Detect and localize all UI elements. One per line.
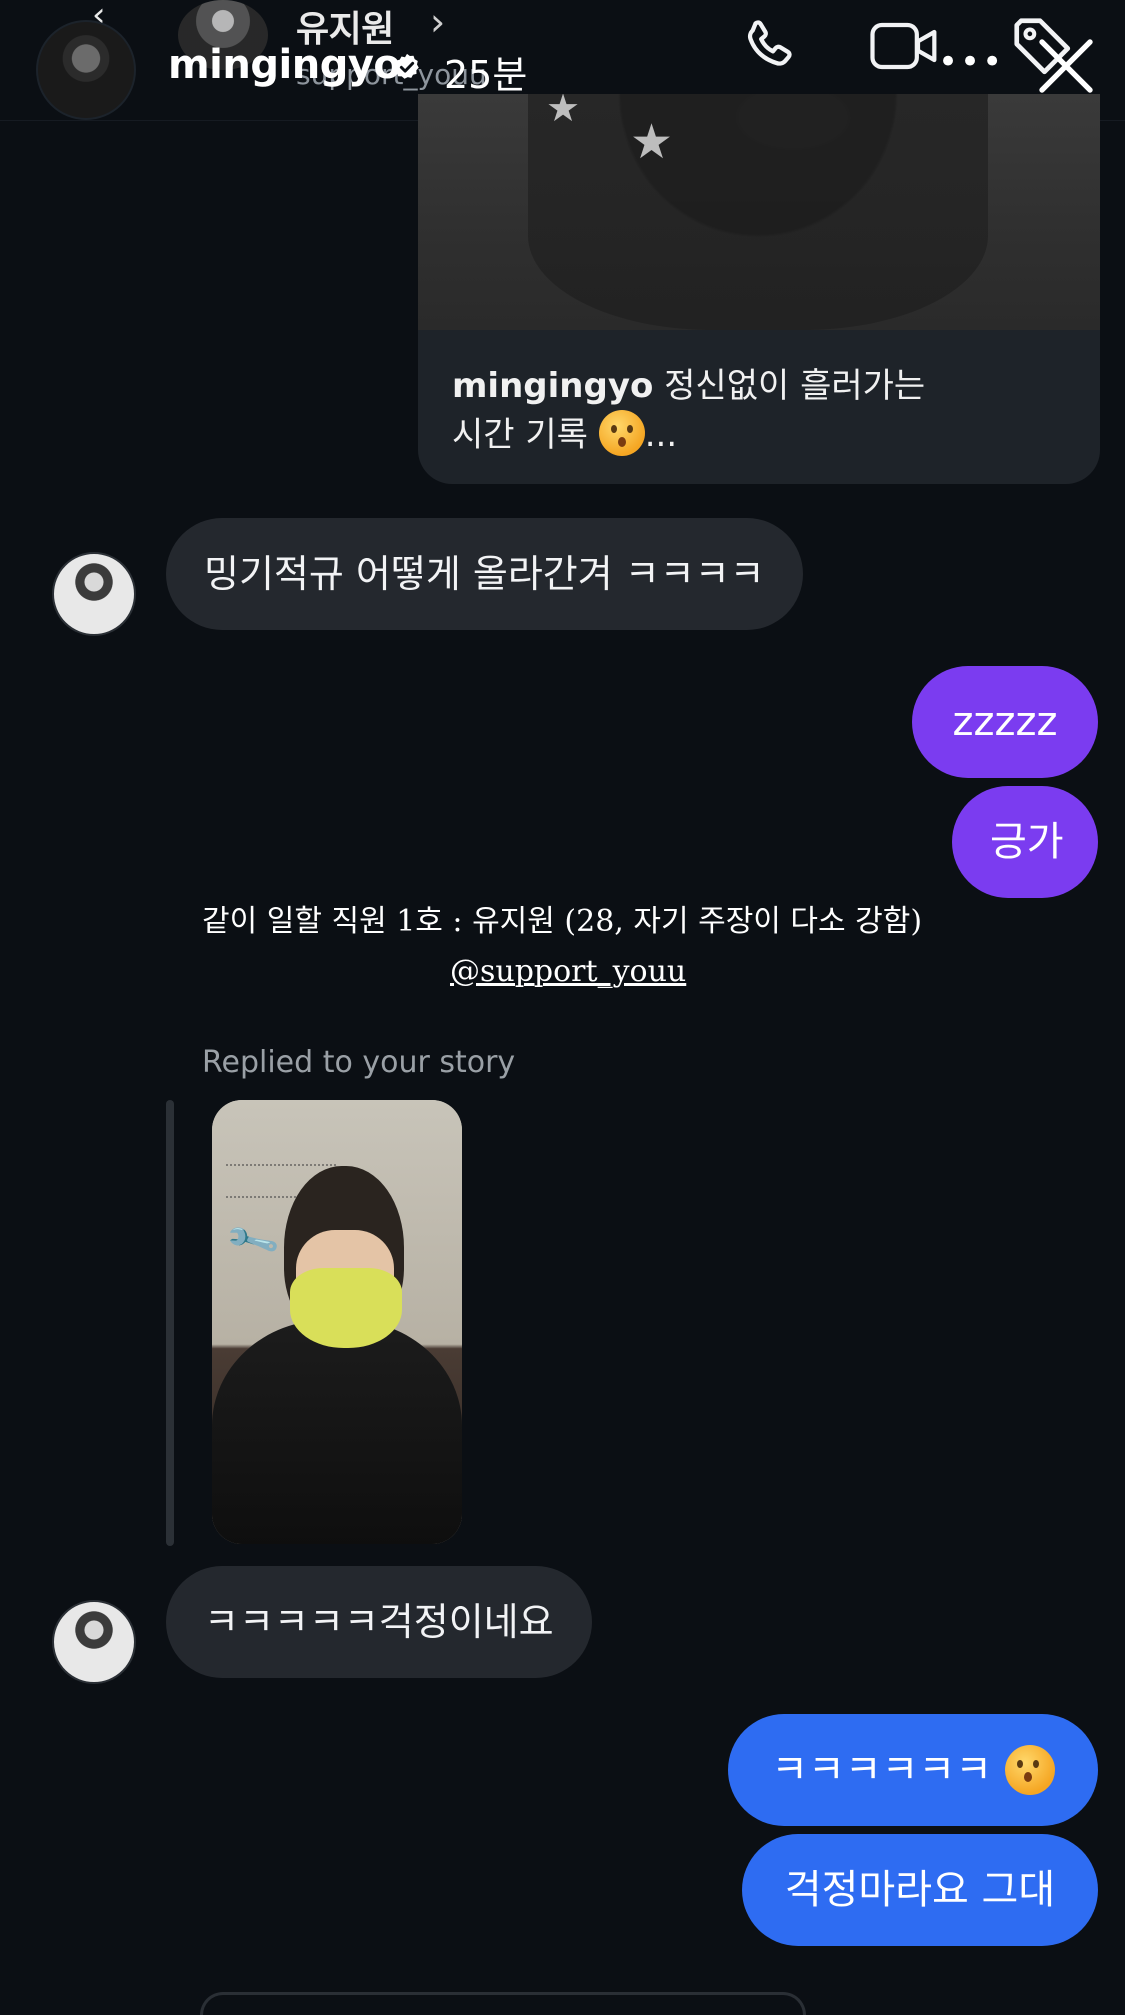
story-mention-link[interactable]: @support_youu	[450, 954, 686, 989]
shared-post-caption: mingingyo 정신없이 흘러가는 시간 기록 ...	[452, 362, 1052, 459]
close-icon[interactable]	[1030, 30, 1102, 102]
outgoing-message-text: ㅋㅋㅋㅋㅋㅋ	[771, 1747, 993, 1793]
kissing-face-emoji-icon	[1004, 1745, 1055, 1795]
shared-post-caption-line1: 정신없이 흘러가는	[664, 366, 926, 406]
chevron-right-icon[interactable]: ›	[430, 0, 445, 44]
video-camera-icon[interactable]	[868, 18, 940, 74]
hushed-face-emoji-icon	[598, 410, 645, 456]
verified-badge-icon	[394, 53, 419, 79]
star-icon: ★	[546, 94, 581, 130]
story-timestamp: 25분	[444, 53, 528, 97]
outgoing-message[interactable]: 걱정마라요 그대	[742, 1834, 1098, 1946]
shared-post-image[interactable]: ★ ★	[418, 94, 1100, 330]
outgoing-message[interactable]: ㅋㅋㅋㅋㅋㅋ	[728, 1714, 1098, 1826]
shared-post-card[interactable]: ★ ★ mingingyo 정신없이 흘러가는 시간 기록 ...	[418, 94, 1100, 484]
more-options-icon[interactable]: •••	[938, 45, 1004, 79]
outgoing-message[interactable]: zzzzz	[912, 666, 1098, 778]
story-user-avatar[interactable]	[36, 20, 136, 120]
story-thumbnail[interactable]: 🔧	[212, 1100, 462, 1544]
reply-indicator-line	[166, 1100, 174, 1546]
message-composer[interactable]	[200, 1992, 806, 2015]
sender-avatar[interactable]	[52, 1600, 136, 1684]
story-username[interactable]: mingingyo	[168, 42, 401, 88]
sender-avatar[interactable]	[52, 552, 136, 636]
shared-post-username[interactable]: mingingyo	[452, 366, 653, 406]
shared-post-caption-line2: 시간 기록	[452, 415, 588, 455]
story-caption-text: 같이 일할 직원 1호 : 유지원 (28, 자기 주장이 다소 강함)	[202, 904, 923, 939]
outgoing-message[interactable]: 긍가	[952, 786, 1098, 898]
phone-icon[interactable]	[738, 14, 802, 78]
shared-post-caption-ellipsis: ...	[644, 415, 678, 455]
incoming-message[interactable]: ㅋㅋㅋㅋㅋ걱정이네요	[166, 1566, 592, 1678]
replied-to-story-label: Replied to your story	[202, 1045, 516, 1080]
incoming-message[interactable]: 밍기적규 어떻게 올라간겨 ㅋㅋㅋㅋ	[166, 518, 803, 630]
star-icon: ★	[630, 114, 674, 170]
